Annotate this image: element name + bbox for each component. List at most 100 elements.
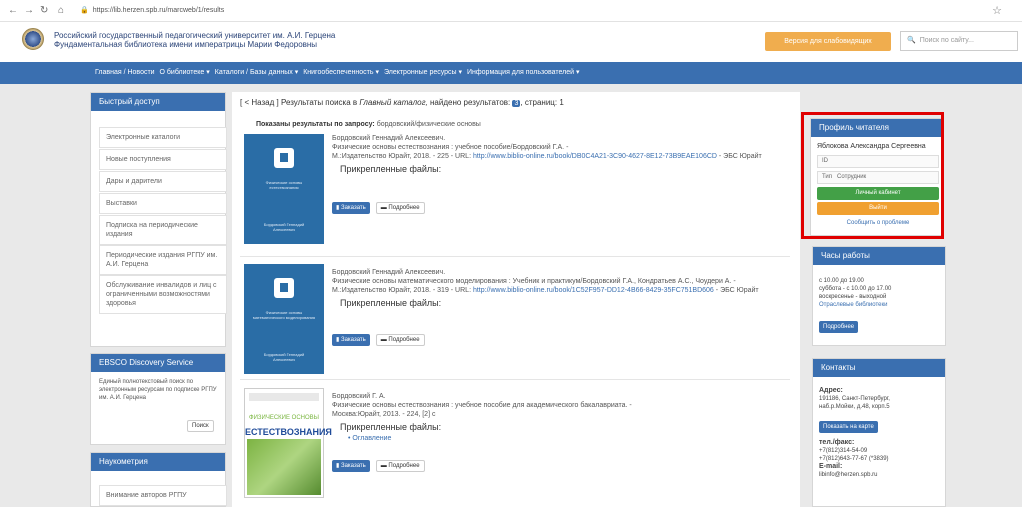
book-cover[interactable]: Физические основы естествознания Бордовс… <box>244 134 324 244</box>
ebsco-panel: EBSCO Discovery Service Единый полнотекс… <box>90 353 226 445</box>
branch-libraries-link[interactable]: Отраслевые библиотеки <box>819 301 891 309</box>
site-title: Российский государственный педагогически… <box>54 31 335 49</box>
browser-toolbar: ← → ↻ ⌂ 🔒 https://lib.herzen.spb.ru/marcw… <box>0 0 1022 22</box>
sidebar-link-periodicals[interactable]: Периодические издания РГПУ им. А.И. Герц… <box>99 245 227 275</box>
sidebar-link-disabled-service[interactable]: Обслуживание инвалидов и лиц с ограничен… <box>99 275 227 314</box>
university-logo[interactable] <box>22 28 44 50</box>
forward-icon[interactable]: → <box>24 5 34 16</box>
cover-author: Бордовский Геннадий Алексеевич <box>263 352 305 362</box>
found-caption: найдено результатов: <box>430 98 511 107</box>
back-link[interactable]: [ < Назад ] <box>240 98 279 107</box>
address-bar[interactable]: 🔒 https://lib.herzen.spb.ru/marcweb/1/res… <box>80 4 960 18</box>
contacts-panel: Контакты Адрес: 191186, Санкт-Петербург,… <box>812 358 946 507</box>
breadcrumb: [ < Назад ] Результаты поиска в Главный … <box>240 98 564 107</box>
reload-icon[interactable]: ↻ <box>40 5 48 16</box>
record-source: - ЭБС Юрайт <box>715 287 759 294</box>
url-text: https://lib.herzen.spb.ru/marcweb/1/resu… <box>92 7 225 14</box>
record-source: - ЭБС Юрайт <box>718 153 762 160</box>
phone-label: тел./факс: <box>819 439 855 446</box>
record-url[interactable]: http://www.biblio-online.ru/book/DB0C4A2… <box>473 153 717 160</box>
nav-book-supply[interactable]: Книгообеспеченность ▾ <box>303 69 379 76</box>
highlight-box <box>801 112 944 239</box>
bookmark-star-icon[interactable]: ☆ <box>992 4 1002 17</box>
address-label: Адрес: <box>819 387 843 394</box>
order-button[interactable]: ▮ Заказать <box>332 202 370 214</box>
email-label: E-mail: <box>819 463 843 470</box>
cover-subtitle: ФИЗИЧЕСКИЕ ОСНОВЫ <box>249 415 319 421</box>
record-actions: ▮ Заказать ▬ Подробнее <box>332 334 429 346</box>
record-title: Физические основы математического модели… <box>332 278 736 285</box>
result-record: ФИЗИЧЕСКИЕ ОСНОВЫ ЕСТЕСТВОЗНАНИЯ Бордовс… <box>240 386 790 501</box>
address-line: 191186, Санкт-Петербург, <box>819 396 890 402</box>
site-search-input[interactable]: 🔍 Поиск по сайту... <box>900 31 1018 51</box>
nav-catalogs[interactable]: Каталоги / Базы данных ▾ <box>215 69 298 76</box>
record-author[interactable]: Бордовский Г. А. <box>332 392 386 401</box>
ebsco-search-button[interactable]: Поиск <box>187 420 214 432</box>
query-label: Показаны результаты по запросу: <box>256 121 375 128</box>
library-name: Фундаментальная библиотека имени императ… <box>54 40 318 49</box>
record-title: Физические основы естествознания : учебн… <box>332 402 632 409</box>
query-value: бордовский/физические основы <box>376 121 481 128</box>
site-header: Российский государственный педагогически… <box>0 22 1022 62</box>
record-url[interactable]: http://www.biblio-online.ru/book/1C52F95… <box>473 287 714 294</box>
search-placeholder: Поиск по сайту... <box>919 37 974 44</box>
quick-access-panel: Быстрый доступ Электронные каталоги Новы… <box>90 92 227 347</box>
hours-text: с 10.00 до 19.00 суббота - с 10.00 до 17… <box>819 277 891 309</box>
record-imprint: Москва:Юрайт, 2013. - 224, [2] с <box>332 411 436 418</box>
attached-files-label: Прикрепленные файлы: <box>340 164 442 174</box>
record-author[interactable]: Бордовский Геннадий Алексеевич. <box>332 134 445 143</box>
sidebar-link-catalogs[interactable]: Электронные каталоги <box>99 127 227 148</box>
toc-file-link[interactable]: • Оглавление <box>348 435 391 442</box>
order-button[interactable]: ▮ Заказать <box>332 334 370 346</box>
book-cover[interactable]: Физические основы математического модели… <box>244 264 324 374</box>
back-icon[interactable]: ← <box>8 5 18 16</box>
book-icon <box>274 278 294 298</box>
order-label: Заказать <box>340 337 366 343</box>
result-record: Физические основы математического модели… <box>240 262 790 380</box>
record-actions: ▮ Заказать ▬ Подробнее <box>332 202 429 214</box>
book-cover[interactable]: ФИЗИЧЕСКИЕ ОСНОВЫ ЕСТЕСТВОЗНАНИЯ <box>244 388 332 498</box>
imprint-text: М.:Издательство Юрайт, 2018. - 319 - URL… <box>332 287 472 294</box>
query-line: Показаны результаты по запросу: бордовск… <box>256 121 481 128</box>
nav-home[interactable]: Главная / Новости <box>95 69 155 76</box>
nav-about[interactable]: О библиотеке ▾ <box>160 69 210 76</box>
record-imprint: М.:Издательство Юрайт, 2018. - 319 - URL… <box>332 286 759 295</box>
working-hours-title: Часы работы <box>813 247 945 265</box>
email-address[interactable]: libinfo@herzen.spb.ru <box>819 471 889 479</box>
catalog-name: Главный каталог, <box>359 98 428 107</box>
university-name: Российский государственный педагогически… <box>54 31 336 40</box>
contacts-text: Адрес: 191186, Санкт-Петербург, наб.р.Мо… <box>819 387 890 411</box>
order-label: Заказать <box>340 463 366 469</box>
sidebar-link-exhibitions[interactable]: Выставки <box>99 193 227 214</box>
search-results: [ < Назад ] Результаты поиска в Главный … <box>232 92 800 507</box>
nav-user-info[interactable]: Информация для пользователей ▾ <box>467 69 580 76</box>
details-button[interactable]: ▬ Подробнее <box>375 202 425 214</box>
record-author[interactable]: Бордовский Геннадий Алексеевич. <box>332 268 445 277</box>
sidebar-link-subscription[interactable]: Подписка на периодические издания <box>99 215 227 245</box>
toc-file-label: Оглавление <box>352 435 392 442</box>
nav-e-resources[interactable]: Электронные ресурсы ▾ <box>384 69 462 76</box>
book-icon <box>274 148 294 168</box>
vision-impaired-button[interactable]: Версия для слабовидящих <box>765 32 891 51</box>
details-button[interactable]: ▬ Подробнее <box>375 460 425 472</box>
cover-image <box>247 439 321 495</box>
sidebar-link-new-arrivals[interactable]: Новые поступления <box>99 149 227 170</box>
details-label: Подробнее <box>388 337 420 343</box>
contacts-title: Контакты <box>813 359 945 377</box>
hours-line: суббота - с 10.00 до 17.00 <box>819 286 892 292</box>
imprint-text: М.:Издательство Юрайт, 2018. - 225 - URL… <box>332 153 472 160</box>
record-actions: ▮ Заказать ▬ Подробнее <box>332 460 429 472</box>
sidebar-link-authors[interactable]: Внимание авторов РГПУ <box>99 485 227 506</box>
cover-title: ЕСТЕСТВОЗНАНИЯ <box>245 427 332 437</box>
home-icon[interactable]: ⌂ <box>58 5 64 16</box>
ebsco-description: Единый полнотекстовый поиск по электронн… <box>99 379 217 401</box>
order-button[interactable]: ▮ Заказать <box>332 460 370 472</box>
search-icon: 🔍 <box>907 37 916 44</box>
scientometrics-panel: Наукометрия Внимание авторов РГПУ <box>90 452 227 507</box>
details-button[interactable]: ▬ Подробнее <box>375 334 425 346</box>
show-on-map-button[interactable]: Показать на карте <box>819 421 878 433</box>
sidebar-link-gifts[interactable]: Дары и дарители <box>99 171 227 192</box>
hours-details-button[interactable]: Подробнее <box>819 321 859 333</box>
record-title: Физические основы естествознания : учебн… <box>332 144 569 151</box>
record-imprint: М.:Издательство Юрайт, 2018. - 225 - URL… <box>332 152 762 161</box>
